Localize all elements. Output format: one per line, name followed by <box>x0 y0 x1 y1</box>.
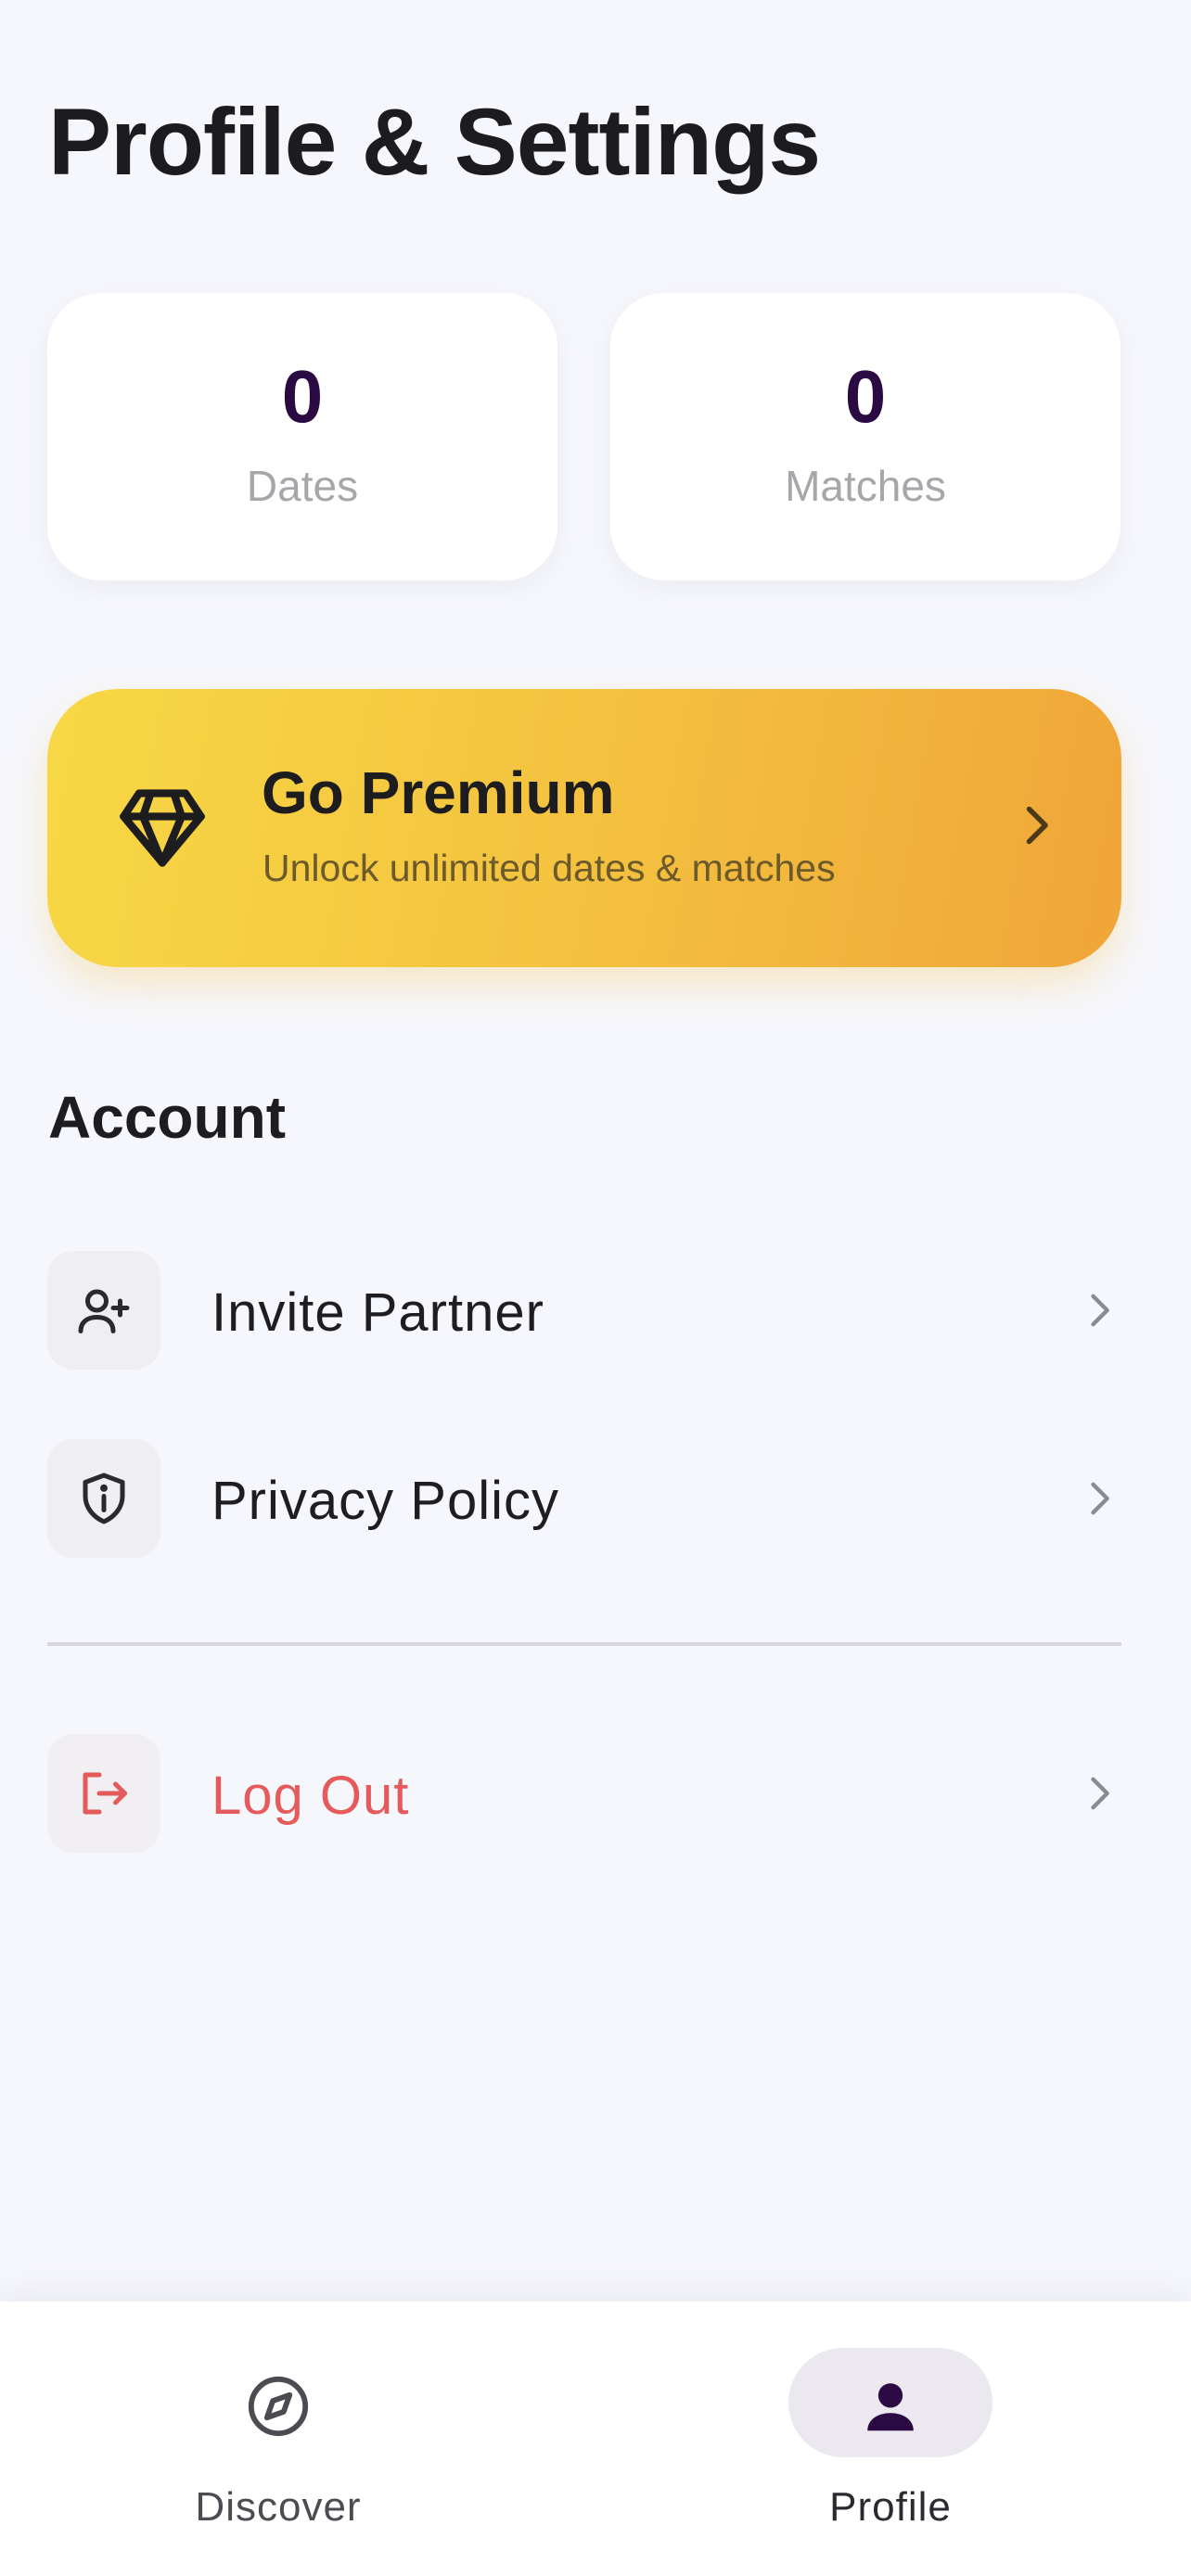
nav-item-profile[interactable]: Profile <box>751 2302 1030 2576</box>
premium-subtitle: Unlock unlimited dates & matches <box>263 847 836 889</box>
person-icon <box>867 2383 914 2431</box>
go-premium-button[interactable]: Go Premium Unlock unlimited dates & matc… <box>47 689 1121 967</box>
matches-count: 0 <box>844 355 887 438</box>
bottom-nav: Discover Profile <box>0 2302 1191 2576</box>
matches-label: Matches <box>785 462 946 510</box>
stat-card-dates: 0 Dates <box>47 293 557 580</box>
invite-partner-label: Invite Partner <box>211 1282 544 1343</box>
logout-icon <box>83 1772 127 1815</box>
privacy-policy-item[interactable]: Privacy Policy <box>47 1439 1123 1560</box>
privacy-policy-label: Privacy Policy <box>211 1471 559 1531</box>
divider <box>47 1642 1121 1646</box>
logout-button[interactable]: Log Out <box>47 1734 1123 1855</box>
dates-label: Dates <box>246 462 359 510</box>
dates-count: 0 <box>281 355 324 438</box>
logout-icon-box <box>47 1734 160 1853</box>
invite-partner-icon-box <box>47 1251 160 1370</box>
chevron-right-icon <box>1091 1777 1109 1810</box>
nav-label-profile: Profile <box>829 2484 952 2530</box>
chevron-right-icon <box>1026 806 1048 845</box>
page-title: Profile & Settings <box>48 89 821 195</box>
shield-info-icon <box>83 1473 125 1524</box>
diamond-icon <box>120 789 205 867</box>
nav-item-discover[interactable]: Discover <box>139 2302 417 2576</box>
premium-title: Go Premium <box>262 759 615 826</box>
privacy-policy-icon-box <box>47 1439 160 1558</box>
compass-icon <box>248 2376 309 2437</box>
logout-label: Log Out <box>211 1766 410 1826</box>
chevron-right-icon <box>1091 1294 1109 1327</box>
invite-partner-item[interactable]: Invite Partner <box>47 1251 1123 1371</box>
account-section-title: Account <box>48 1084 286 1151</box>
user-plus-icon <box>78 1289 130 1333</box>
chevron-right-icon <box>1091 1482 1109 1515</box>
nav-label-discover: Discover <box>195 2484 362 2530</box>
stat-card-matches: 0 Matches <box>610 293 1121 580</box>
